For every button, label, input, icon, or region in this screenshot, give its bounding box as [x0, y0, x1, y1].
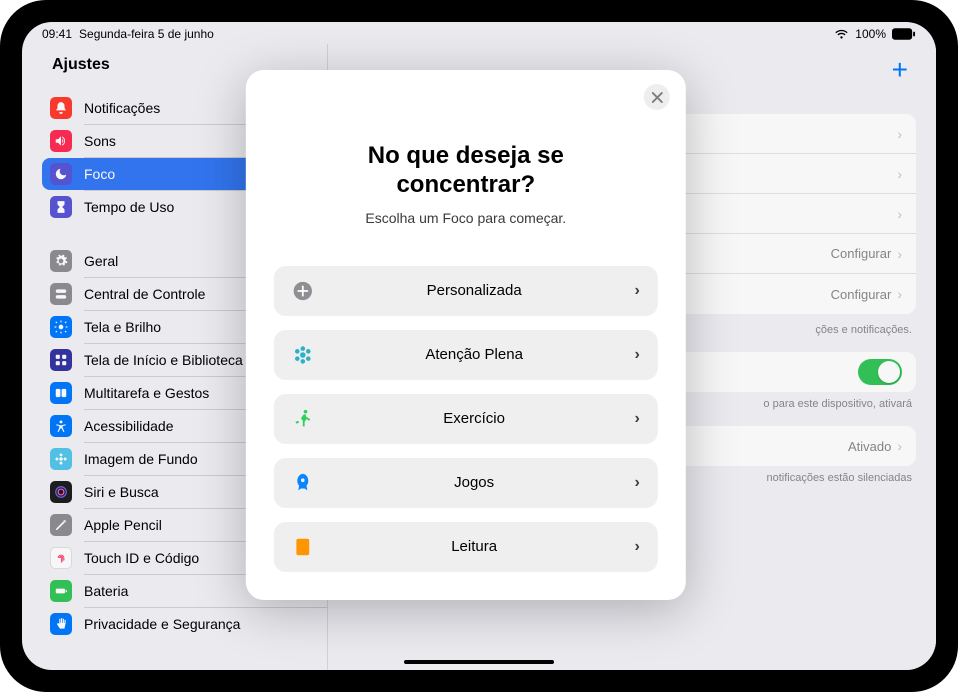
status-bar: 09:41 Segunda-feira 5 de junho 100%: [22, 22, 936, 44]
siri-icon: [50, 481, 72, 503]
status-time: 09:41: [42, 27, 72, 41]
focus-picker-modal: No que deseja se concentrar? Escolha um …: [246, 70, 686, 600]
speaker-icon: [50, 130, 72, 152]
focus-option-label: Atenção Plena: [314, 346, 635, 363]
sidebar-item-label: Tela de Início e Biblioteca: [84, 352, 243, 368]
sidebar-item-label: Privacidade e Segurança: [84, 616, 240, 632]
focus-option-custom[interactable]: Personalizada ›: [274, 266, 658, 316]
plus-circle-icon: [292, 280, 314, 302]
fingerprint-icon: [50, 547, 72, 569]
rectangles-icon: [50, 382, 72, 404]
wifi-icon: [834, 29, 849, 40]
chevron-right-icon: ›: [634, 282, 639, 300]
gear-icon: [50, 250, 72, 272]
hourglass-icon: [50, 196, 72, 218]
sidebar-item-label: Acessibilidade: [84, 418, 174, 434]
screen: 09:41 Segunda-feira 5 de junho 100% Ajus…: [22, 22, 936, 670]
focus-option-fitness[interactable]: Exercício ›: [274, 394, 658, 444]
focus-option-reading[interactable]: Leitura ›: [274, 522, 658, 572]
sidebar-item-label: Multitarefa e Gestos: [84, 385, 209, 401]
home-indicator[interactable]: [404, 660, 554, 664]
focus-option-label: Jogos: [314, 474, 635, 491]
close-icon: [651, 92, 662, 103]
moon-icon: [50, 163, 72, 185]
sidebar-item-label: Apple Pencil: [84, 517, 162, 533]
sidebar-item-label: Central de Controle: [84, 286, 205, 302]
focus-option-gaming[interactable]: Jogos ›: [274, 458, 658, 508]
focus-option-label: Personalizada: [314, 282, 635, 299]
toggle-switch[interactable]: [858, 359, 902, 385]
sidebar-item-label: Foco: [84, 166, 115, 182]
chevron-right-icon: ›: [634, 474, 639, 492]
sidebar-item-label: Touch ID e Código: [84, 550, 199, 566]
running-icon: [292, 408, 314, 430]
modal-title: No que deseja se concentrar?: [298, 142, 634, 200]
flower-icon: [50, 448, 72, 470]
status-battery-pct: 100%: [855, 27, 886, 41]
status-date: Segunda-feira 5 de junho: [79, 27, 214, 41]
sun-icon: [50, 316, 72, 338]
sidebar-item-label: Siri e Busca: [84, 484, 159, 500]
focus-option-label: Leitura: [314, 538, 635, 555]
close-button[interactable]: [644, 84, 670, 110]
sidebar-item-label: Imagem de Fundo: [84, 451, 198, 467]
focus-option-label: Exercício: [314, 410, 635, 427]
pencil-icon: [50, 514, 72, 536]
sidebar-item-label: Geral: [84, 253, 118, 269]
grid-icon: [50, 349, 72, 371]
battery-settings-icon: [50, 580, 72, 602]
sidebar-item-label: Tela e Brilho: [84, 319, 161, 335]
chevron-right-icon: ›: [634, 538, 639, 556]
sidebar-item-label: Bateria: [84, 583, 128, 599]
chevron-right-icon: ›: [634, 410, 639, 428]
chevron-right-icon: ›: [634, 346, 639, 364]
battery-icon: [892, 28, 916, 40]
sidebar-item-label: Notificações: [84, 100, 160, 116]
hand-icon: [50, 613, 72, 635]
mindfulness-icon: [292, 344, 314, 366]
sidebar-item-label: Sons: [84, 133, 116, 149]
rocket-icon: [292, 472, 314, 494]
switches-icon: [50, 283, 72, 305]
accessibility-icon: [50, 415, 72, 437]
sidebar-item-privacy[interactable]: Privacidade e Segurança: [22, 608, 327, 640]
ipad-frame: 09:41 Segunda-feira 5 de junho 100% Ajus…: [0, 0, 958, 692]
book-icon: [292, 536, 314, 558]
focus-option-mindfulness[interactable]: Atenção Plena ›: [274, 330, 658, 380]
sidebar-item-label: Tempo de Uso: [84, 199, 174, 215]
bell-icon: [50, 97, 72, 119]
add-focus-button[interactable]: +: [892, 54, 908, 86]
modal-subtitle: Escolha um Foco para começar.: [274, 210, 658, 226]
